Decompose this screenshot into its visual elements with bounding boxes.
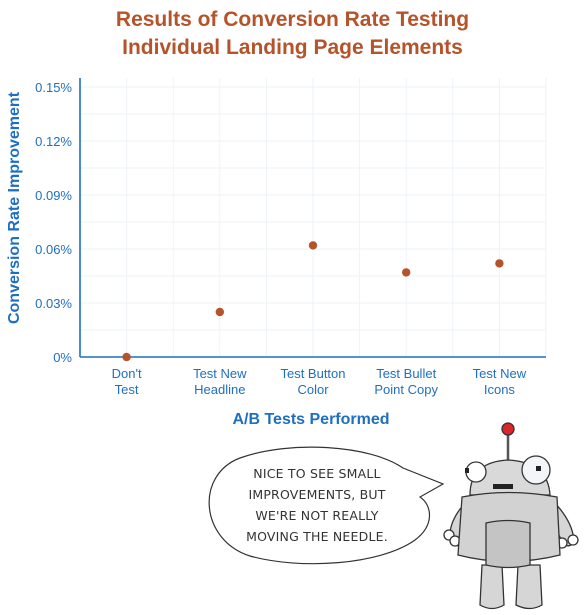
robot-right-pupil xyxy=(536,466,541,471)
data-point xyxy=(402,268,411,277)
x-axis-title: A/B Tests Performed xyxy=(232,411,389,428)
robot-left-pupil xyxy=(465,468,469,473)
y-tick-label: 0% xyxy=(53,350,72,365)
y-tick-label: 0.15% xyxy=(35,80,72,95)
x-tick-label: Point Copy xyxy=(374,382,438,397)
robot-antenna-ball xyxy=(501,422,515,436)
x-tick-label: Color xyxy=(297,382,329,397)
speech-bubble-line-4: MOVING THE NEEDLE. xyxy=(246,529,388,544)
x-tick-label: Icons xyxy=(484,382,516,397)
x-tick-label: Test xyxy=(115,382,139,397)
scatter-chart: 0% 0.03% 0.06% 0.09% 0.12% 0.15% Don'tTest Tes… xyxy=(6,78,579,610)
x-tick-label: Test New xyxy=(473,366,527,381)
data-point xyxy=(308,241,318,250)
y-tick-label: 0.09% xyxy=(35,188,72,203)
x-tick-labels: Don'tTestTest NewHeadlineTest ButtonColo… xyxy=(112,366,527,397)
robot-mouth xyxy=(493,484,513,489)
data-point xyxy=(495,259,504,268)
grid xyxy=(80,78,547,357)
x-tick-label: Test Button xyxy=(280,366,345,381)
speech-bubble-line-2: IMPROVEMENTS, BUT xyxy=(248,487,385,502)
speech-bubble-line-1: NICE TO SEE SMALL xyxy=(253,466,380,481)
y-tick-label: 0.03% xyxy=(35,296,72,311)
y-axis-title: Conversion Rate Improvement xyxy=(6,91,23,324)
robot-body-panel xyxy=(485,519,531,569)
x-tick-label: Test Bullet xyxy=(376,366,436,381)
y-tick-label: 0.06% xyxy=(35,242,72,257)
data-point xyxy=(215,307,224,317)
robot-right-hand-finger-2 xyxy=(567,534,579,546)
x-tick-label: Headline xyxy=(194,382,245,397)
robot-left-leg xyxy=(479,564,505,610)
robot-right-leg xyxy=(515,564,543,610)
robot-mascot-icon xyxy=(443,422,579,610)
speech-bubble: NICE TO SEE SMALL IMPROVEMENTS, BUT WE'R… xyxy=(208,446,445,565)
y-tick-labels: 0% 0.03% 0.06% 0.09% 0.12% 0.15% xyxy=(35,80,72,365)
x-tick-label: Test New xyxy=(193,366,247,381)
x-tick-label: Don't xyxy=(112,366,142,381)
y-tick-label: 0.12% xyxy=(35,134,72,149)
speech-bubble-shape xyxy=(208,446,445,565)
data-point xyxy=(122,352,131,362)
speech-bubble-line-3: WE'RE NOT REALLY xyxy=(255,508,378,523)
